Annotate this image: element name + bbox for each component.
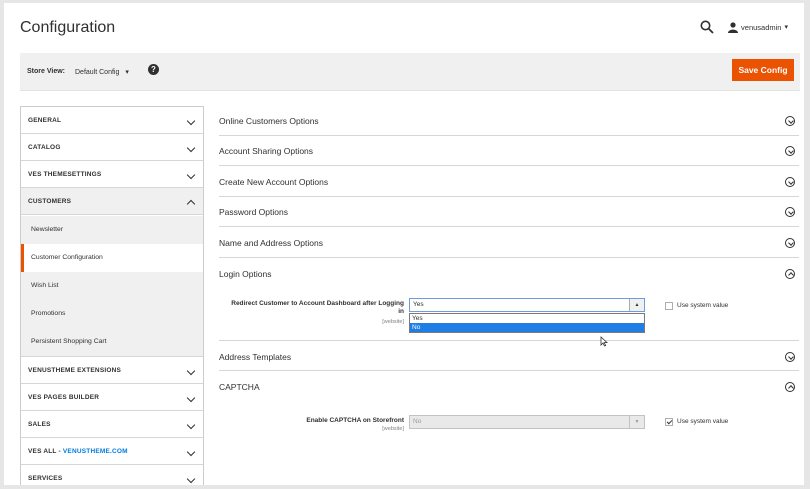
sidebar-item-wish-list[interactable]: Wish List [21,272,203,300]
use-system-value-label[interactable]: Use system value [677,302,728,309]
section-name-address[interactable]: Name and Address Options [219,227,799,258]
select-value: Yes [413,301,424,308]
tab-sales[interactable]: SALES [21,411,203,438]
tab-venustheme-extensions[interactable]: VENUSTHEME EXTENSIONS [21,357,203,384]
admin-frame: Configuration venusadmin ▾ Store View: D… [4,3,804,485]
redirect-dashboard-select[interactable]: Yes ▲ [409,298,645,312]
header-actions: venusadmin ▾ [700,19,788,35]
tab-general[interactable]: GENERAL [21,107,203,134]
store-view-value: Default Config [75,69,120,76]
chevron-down-icon [186,116,196,126]
enable-captcha-select[interactable]: No ▼ [409,415,645,429]
save-config-button[interactable]: Save Config [732,59,794,81]
use-system-value-checkbox[interactable] [665,302,673,310]
tab-catalog[interactable]: CATALOG [21,134,203,161]
chevron-down-icon [186,447,196,457]
section-title[interactable]: Login Options [219,269,271,279]
customers-subitems: Newsletter Customer Configuration Wish L… [21,216,203,357]
tab-label: VES THEMESETTINGS [28,171,102,178]
section-title: Address Templates [219,352,292,362]
tab-label: SERVICES [28,475,63,482]
scope-label: [website] [382,319,404,325]
user-icon[interactable] [728,21,739,33]
scope-label: [website] [382,426,404,432]
page-header: Configuration venusadmin ▾ [4,3,804,53]
expand-icon[interactable] [785,146,795,156]
section-title: Create New Account Options [219,177,329,187]
user-menu[interactable]: venusadmin [741,23,781,32]
tab-customers[interactable]: CUSTOMERS [21,188,203,215]
tab-label: VENUSTHEME EXTENSIONS [28,367,122,374]
expand-icon[interactable] [785,238,795,248]
tab-label: GENERAL [28,117,62,124]
store-view-label: Store View: [27,68,65,75]
section-account-sharing[interactable]: Account Sharing Options [219,136,799,166]
section-captcha: CAPTCHA Enable CAPTCHA on Storefront [we… [219,371,799,441]
section-create-account[interactable]: Create New Account Options [219,166,799,197]
use-system-value-checkbox[interactable] [665,418,673,426]
chevron-down-icon [186,474,196,484]
tab-label-accent: VENUSTHEME.COM [62,448,128,455]
chevron-down-icon [186,366,196,376]
option-no[interactable]: No [410,323,644,332]
tab-label: CUSTOMERS [28,198,72,205]
expand-icon[interactable] [785,116,795,126]
redirect-dashboard-options: Yes No [409,313,645,333]
chevron-down-icon [186,420,196,430]
label-line: in [398,308,404,315]
redirect-dashboard-label: Redirect Customer to Account Dashboard a… [219,300,404,316]
section-password[interactable]: Password Options [219,197,799,227]
enable-captcha-label: Enable CAPTCHA on Storefront [306,417,404,424]
use-system-value-label[interactable]: Use system value [677,418,728,425]
chevron-down-icon [186,170,196,180]
tab-ves-pages-builder[interactable]: VES PAGES BUILDER [21,384,203,411]
section-title: Account Sharing Options [219,146,314,156]
expand-icon[interactable] [785,177,795,187]
section-address-templates[interactable]: Address Templates [219,341,799,371]
chevron-down-icon: ▼ [629,416,644,428]
tab-ves-themesettings[interactable]: VES THEMESETTINGS [21,161,203,188]
collapse-icon[interactable] [785,382,795,392]
option-yes[interactable]: Yes [410,314,644,323]
section-title: Name and Address Options [219,238,323,248]
help-icon[interactable]: ? [148,64,159,75]
section-online-customers[interactable]: Online Customers Options [219,108,799,136]
section-title[interactable]: CAPTCHA [219,382,260,392]
tab-services[interactable]: SERVICES [21,465,203,485]
chevron-up-icon [186,199,196,209]
tab-label: VES PAGES BUILDER [28,394,100,401]
chevron-down-icon [186,393,196,403]
page-title: Configuration [20,19,116,36]
collapse-icon[interactable] [785,269,795,279]
store-scope-bar: Store View: Default Config ▾ ? Save Conf… [20,53,800,91]
tab-ves-all[interactable]: VES ALL - VENUSTHEME.COM [21,438,203,465]
expand-icon[interactable] [785,352,795,362]
tab-label: VES ALL - [28,448,63,455]
section-title: Password Options [219,207,288,217]
sidebar-item-persistent-shopping-cart[interactable]: Persistent Shopping Cart [21,328,203,356]
label-line: Redirect Customer to Account Dashboard a… [231,300,404,307]
store-view-switcher[interactable]: Default Config ▾ [75,68,129,76]
chevron-down-icon: ▾ [125,69,129,76]
user-menu-caret-icon[interactable]: ▾ [784,23,788,31]
section-login-options: Login Options Redirect Customer to Accou… [219,258,799,347]
tab-label: SALES [28,421,51,428]
chevron-down-icon [186,143,196,153]
chevron-up-icon[interactable]: ▲ [629,299,644,311]
sidebar-item-promotions[interactable]: Promotions [21,300,203,328]
expand-icon[interactable] [785,207,795,217]
config-sidebar: GENERAL CATALOG VES THEMESETTINGS CUSTOM… [20,106,204,485]
sidebar-item-customer-configuration[interactable]: Customer Configuration [21,244,203,272]
section-title: Online Customers Options [219,116,319,126]
sidebar-item-newsletter[interactable]: Newsletter [21,216,203,244]
search-icon[interactable] [700,20,714,34]
select-value: No [413,418,422,425]
tab-label: CATALOG [28,144,61,151]
